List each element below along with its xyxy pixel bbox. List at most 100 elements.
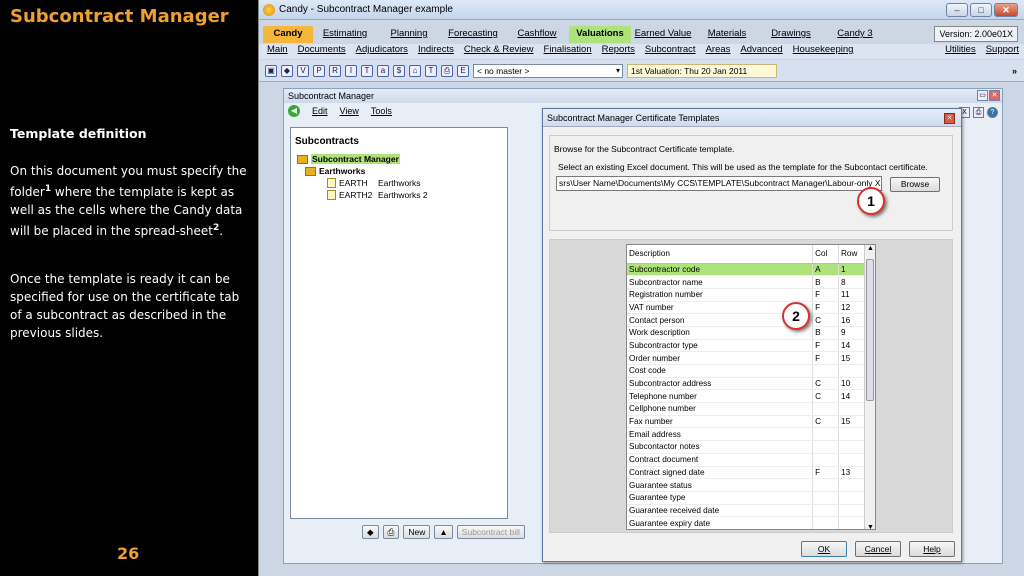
cell-col[interactable] (812, 402, 840, 416)
menu-main[interactable]: Main (267, 44, 288, 59)
column-header-description[interactable]: Description (627, 245, 814, 264)
cell-description[interactable]: Fax number (627, 415, 814, 429)
table-row[interactable]: Telephone number C 14 (627, 389, 865, 404)
cell-col[interactable]: A (812, 263, 840, 277)
cell-row[interactable]: 8 (838, 275, 865, 289)
cell-description[interactable]: Contract document (627, 453, 814, 467)
dialog-close-button[interactable]: ✕ (944, 113, 955, 124)
cell-row[interactable] (838, 402, 865, 416)
cell-col[interactable] (812, 453, 840, 467)
cell-row[interactable]: 10 (838, 377, 865, 391)
cell-description[interactable]: Email address (627, 427, 814, 442)
print-icon[interactable]: ⎙ (441, 64, 453, 77)
table-row[interactable]: Subcontractor name B 8 (627, 275, 865, 289)
cell-col[interactable]: C (812, 377, 840, 391)
help-icon[interactable]: ? (987, 107, 998, 118)
inner-menu-view[interactable]: View (340, 106, 359, 116)
inner-menu-tools[interactable]: Tools (371, 106, 392, 116)
scroll-up-icon[interactable]: ▲ (865, 245, 875, 252)
cell-row[interactable]: 15 (838, 415, 865, 429)
scroll-thumb[interactable] (866, 259, 874, 401)
browse-button[interactable]: Browse (890, 177, 940, 192)
table-row[interactable]: Registration number F 11 (627, 288, 865, 302)
cell-col[interactable]: F (812, 288, 840, 302)
cell-row[interactable]: 14 (838, 339, 865, 353)
cell-row[interactable] (838, 364, 865, 378)
table-row[interactable]: Subcontractor type F 14 (627, 339, 865, 353)
cell-row[interactable]: 13 (838, 466, 865, 480)
cancel-button[interactable]: Cancel (855, 541, 901, 557)
print-icon[interactable]: ⎙ (973, 107, 984, 118)
inner-restore-button[interactable]: ▭ (977, 90, 988, 101)
cell-row[interactable]: 11 (838, 288, 865, 302)
menu-finalisation[interactable]: Finalisation (544, 44, 592, 59)
tab-estimating[interactable]: Estimating (313, 26, 377, 43)
table-row[interactable]: VAT number F 12 (627, 301, 865, 315)
i-icon[interactable]: I (345, 64, 357, 77)
table-row[interactable]: Subcontractor code A 1 (627, 263, 865, 277)
cell-row[interactable]: 1 (838, 263, 865, 277)
cell-description[interactable]: Work description (627, 326, 814, 340)
cell-description[interactable]: Guarantee received date (627, 504, 814, 518)
tab-drawings[interactable]: Drawings (759, 26, 823, 43)
cell-description[interactable]: Guarantee status (627, 478, 814, 492)
cell-col[interactable] (812, 516, 840, 529)
tab-valuations[interactable]: Valuations (569, 26, 631, 43)
inner-menu-edit[interactable]: Edit (312, 106, 328, 116)
close-button[interactable]: ✕ (994, 3, 1018, 17)
table-row[interactable]: Guarantee received date (627, 504, 865, 518)
cell-row[interactable] (838, 478, 865, 492)
r-icon[interactable]: R (329, 64, 341, 77)
e-icon[interactable]: E (457, 64, 469, 77)
cell-description[interactable]: Guarantee expiry date (627, 516, 814, 529)
cell-col[interactable]: B (812, 275, 840, 289)
menu-areas[interactable]: Areas (706, 44, 731, 59)
navigate-button[interactable]: ◆ (362, 525, 379, 539)
cell-description[interactable]: Cost code (627, 364, 814, 378)
camera-icon[interactable]: ▣ (265, 64, 277, 77)
cell-row[interactable] (838, 453, 865, 467)
format-icon[interactable]: a (377, 64, 389, 77)
table-row[interactable]: Work description B 9 (627, 326, 865, 340)
table-row[interactable]: Contact person C 16 (627, 313, 865, 327)
help-button[interactable]: Help (909, 541, 955, 557)
cell-description[interactable]: Subcontactor notes (627, 440, 814, 454)
cell-row[interactable]: 16 (838, 313, 865, 327)
font-icon[interactable]: T (361, 64, 373, 77)
tab-earned-value[interactable]: Earned Value (631, 26, 695, 43)
menu-subcontract[interactable]: Subcontract (645, 44, 696, 59)
tools-icon[interactable]: T (425, 64, 437, 77)
cell-description[interactable]: Registration number (627, 288, 814, 302)
cell-description[interactable]: Subcontractor code (627, 263, 814, 277)
menu-indirects[interactable]: Indirects (418, 44, 454, 59)
cell-col[interactable] (812, 440, 840, 454)
table-row[interactable]: Subcontactor notes (627, 440, 865, 454)
ok-button[interactable]: OK (801, 541, 847, 557)
tree-item[interactable]: EARTH2 Earthworks 2 (297, 189, 507, 201)
column-header-row[interactable]: Row (838, 245, 865, 264)
menu-adjudicators[interactable]: Adjudicators (356, 44, 408, 59)
column-header-col[interactable]: Col (812, 245, 840, 264)
table-row[interactable]: Cost code (627, 364, 865, 378)
menu-documents[interactable]: Documents (298, 44, 346, 59)
cell-description[interactable]: Subcontractor name (627, 275, 814, 289)
subcontract-bill-button[interactable]: Subcontract bill (456, 525, 525, 539)
navigate-icon[interactable]: ◆ (281, 64, 293, 77)
cell-row[interactable] (838, 440, 865, 454)
minimize-button[interactable]: – (946, 3, 968, 17)
p-icon[interactable]: P (313, 64, 325, 77)
menu-advanced[interactable]: Advanced (740, 44, 782, 59)
tab-forecasting[interactable]: Forecasting (441, 26, 505, 43)
table-row[interactable]: Order number F 15 (627, 351, 865, 365)
table-row[interactable]: Cellphone number (627, 402, 865, 416)
tree-item[interactable]: EARTH Earthworks (297, 177, 507, 189)
valuation-field[interactable]: 1st Valuation: Thu 20 Jan 2011 (627, 63, 777, 78)
v-icon[interactable]: V (297, 64, 309, 77)
cell-description[interactable]: Subcontractor type (627, 339, 814, 353)
tree-group[interactable]: Earthworks (297, 165, 507, 177)
cell-description[interactable]: Contract signed date (627, 466, 814, 480)
building-icon[interactable]: ⌂ (409, 64, 421, 77)
up-button[interactable]: ▲ (434, 525, 453, 539)
tab-cashflow[interactable]: Cashflow (505, 26, 569, 43)
tree-root[interactable]: Subcontract Manager (297, 153, 507, 165)
